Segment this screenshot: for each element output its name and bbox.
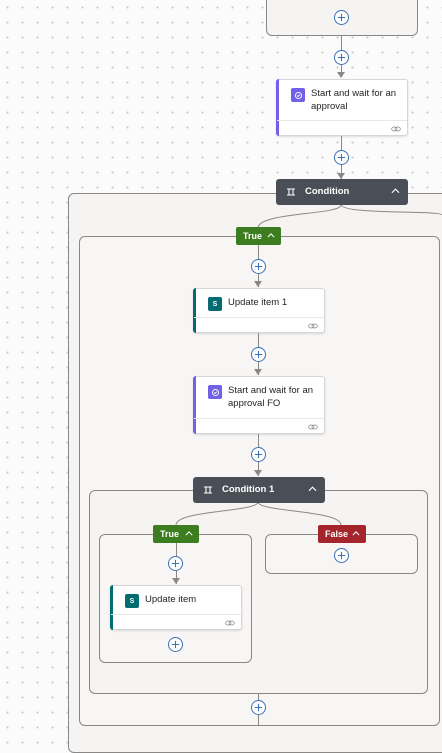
chevron-up-icon[interactable] xyxy=(185,531,193,536)
condition1-header[interactable]: Condition 1 xyxy=(193,477,325,503)
card-title: Update item xyxy=(145,594,197,605)
chevron-up-icon[interactable] xyxy=(352,531,360,536)
branch-label: True xyxy=(243,231,263,241)
approval-icon xyxy=(291,88,305,102)
link-icon xyxy=(308,424,318,430)
condition-label: Condition xyxy=(305,186,350,197)
card-footer xyxy=(111,614,241,629)
false-branch-pill[interactable]: False xyxy=(318,525,366,543)
add-action-button[interactable] xyxy=(168,637,183,652)
true-branch-pill[interactable]: True xyxy=(153,525,199,543)
approval-icon xyxy=(208,385,222,399)
chevron-up-icon[interactable] xyxy=(267,233,275,238)
add-action-button[interactable] xyxy=(334,50,349,65)
link-icon xyxy=(308,323,318,329)
chevron-up-icon[interactable] xyxy=(308,486,317,492)
connector-arrow xyxy=(254,369,262,375)
branch-label: False xyxy=(325,529,349,539)
card-title: Update item 1 xyxy=(228,297,288,308)
link-icon xyxy=(391,126,401,132)
connector-arrow xyxy=(337,72,345,78)
card-footer xyxy=(277,120,407,135)
connector-arrow xyxy=(254,470,262,476)
add-action-button[interactable] xyxy=(168,556,183,571)
card-footer xyxy=(194,418,324,433)
chevron-up-icon[interactable] xyxy=(391,188,400,194)
add-action-button[interactable] xyxy=(334,10,349,25)
condition-label: Condition 1 xyxy=(222,484,275,495)
connector-arrow xyxy=(254,281,262,287)
approval-action-card[interactable]: Start and wait for an approval xyxy=(276,79,408,136)
sharepoint-icon: S xyxy=(208,297,222,311)
card-title: Start and wait for an approval xyxy=(311,88,397,112)
true-branch-pill[interactable]: True xyxy=(236,227,281,245)
add-action-button[interactable] xyxy=(251,347,266,362)
card-title: Start and wait for an approval FO xyxy=(228,385,314,409)
condition-icon xyxy=(287,188,295,196)
link-icon xyxy=(225,620,235,626)
add-action-button[interactable] xyxy=(334,548,349,563)
add-action-button[interactable] xyxy=(251,700,266,715)
add-action-button[interactable] xyxy=(251,447,266,462)
approval-fo-card[interactable]: Start and wait for an approval FO xyxy=(193,376,325,434)
condition-header[interactable]: Condition xyxy=(276,179,408,205)
branch-label: True xyxy=(160,529,180,539)
card-footer xyxy=(194,317,324,332)
condition-icon xyxy=(204,486,212,494)
update-item-1-card[interactable]: S Update item 1 xyxy=(193,288,325,333)
add-action-button[interactable] xyxy=(251,259,266,274)
connector-arrow xyxy=(172,578,180,584)
add-action-button[interactable] xyxy=(334,150,349,165)
sharepoint-icon: S xyxy=(125,594,139,608)
update-item-card[interactable]: S Update item xyxy=(110,585,242,630)
